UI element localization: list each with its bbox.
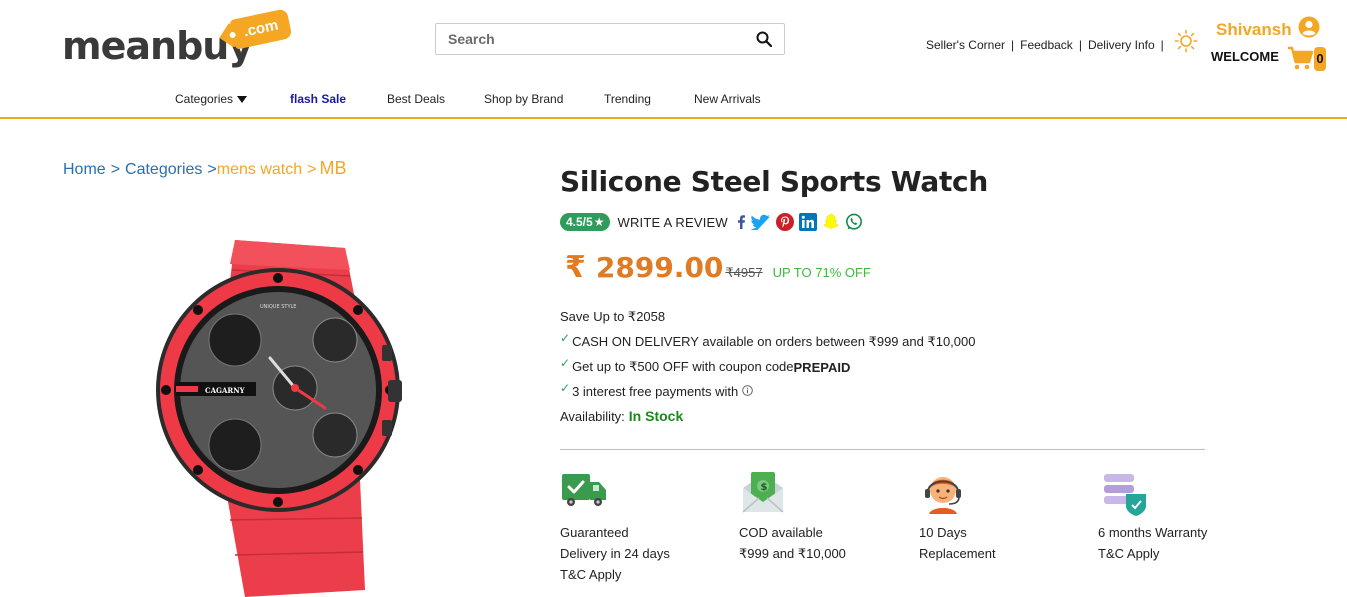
feature-text: 10 Days Replacement	[919, 525, 996, 561]
price-row: ₹ 2899.00 ₹4957 UP TO 71% OFF	[565, 250, 871, 285]
breadcrumb-mens-watch[interactable]: mens watch	[217, 161, 302, 179]
breadcrumb: Home > Categories > mens watch > MB	[63, 158, 347, 179]
feature-text: 6 months Warranty T&C Apply	[1098, 525, 1208, 561]
pinterest-icon[interactable]	[775, 213, 794, 231]
top-links: Seller's Corner | Feedback | Delivery In…	[926, 29, 1198, 56]
coupon-code: PREPAID	[793, 359, 851, 375]
facebook-icon[interactable]	[736, 214, 746, 230]
user-name: Shivansh	[1216, 19, 1292, 39]
feedback-link[interactable]: Feedback	[1020, 38, 1073, 52]
save-text: Save Up to ₹2058	[560, 309, 666, 324]
feature-text: COD available ₹999 and ₹10,000	[739, 525, 846, 561]
linkedin-icon[interactable]	[798, 213, 817, 231]
rating-badge: 4.5/5 ★	[560, 213, 611, 231]
share-icons	[736, 213, 868, 231]
cart-icon	[1288, 46, 1314, 70]
delivery-truck-icon	[560, 470, 670, 518]
svg-text:$: $	[761, 482, 768, 493]
divider	[560, 449, 1205, 450]
nav-categories[interactable]: Categories	[175, 92, 248, 106]
svg-text:CAGARNY: CAGARNY	[205, 386, 246, 395]
breadcrumb-current: MB	[319, 158, 347, 178]
breadcrumb-home[interactable]: Home	[63, 161, 106, 179]
product-image[interactable]: CAGARNY UNIQUE STYLE	[150, 230, 410, 597]
search-icon[interactable]	[744, 24, 784, 54]
offer-cod: ✓ CASH ON DELIVERY available on orders b…	[560, 331, 976, 349]
nav-flash-sale[interactable]: flash Sale	[290, 92, 346, 106]
info-icon[interactable]	[742, 384, 754, 399]
welcome-text: WELCOME	[1211, 49, 1279, 64]
site-logo[interactable]: meanbuy .com	[62, 8, 293, 68]
nav-best-deals[interactable]: Best Deals	[387, 92, 445, 106]
feature-cod: $ COD available ₹999 and ₹10,000	[739, 470, 849, 564]
feature-text: Guaranteed Delivery in 24 days T&C Apply	[560, 525, 670, 582]
offer-coupon: ✓ Get up to ₹500 OFF with coupon code PR…	[560, 356, 851, 375]
twitter-icon[interactable]	[750, 214, 771, 230]
whatsapp-icon[interactable]	[845, 213, 863, 231]
discount-text: UP TO 71% OFF	[772, 265, 871, 280]
offer-emi: ✓ 3 interest free payments with	[560, 380, 754, 399]
rupee-icon: ₹	[565, 251, 586, 284]
breadcrumb-categories[interactable]: Categories	[125, 161, 202, 179]
check-icon: ✓	[560, 380, 571, 395]
nav-new-arrivals[interactable]: New Arrivals	[694, 92, 761, 106]
mrp: ₹4957	[725, 265, 763, 280]
snapchat-icon[interactable]	[822, 213, 840, 231]
price: 2899.00	[595, 251, 724, 284]
availability: Availability: In Stock	[560, 408, 684, 424]
warranty-shield-icon	[1098, 470, 1208, 518]
support-agent-icon	[919, 470, 1029, 518]
search-bar	[435, 23, 785, 55]
cart-button[interactable]: 0	[1287, 44, 1327, 74]
main-nav: Categories flash Sale Best Deals Shop by…	[0, 89, 1347, 119]
feature-replacement: 10 Days Replacement	[919, 470, 1029, 564]
user-account[interactable]: Shivansh	[1216, 16, 1320, 43]
check-icon: ✓	[560, 356, 571, 370]
sun-icon[interactable]	[1174, 29, 1198, 56]
rating-row: 4.5/5 ★ WRITE A REVIEW	[560, 213, 868, 231]
nav-shop-by-brand[interactable]: Shop by Brand	[484, 92, 563, 106]
nav-trending[interactable]: Trending	[604, 92, 651, 106]
star-icon: ★	[593, 215, 605, 229]
delivery-info-link[interactable]: Delivery Info	[1088, 38, 1155, 52]
feature-warranty: 6 months Warranty T&C Apply	[1098, 470, 1208, 564]
check-icon: ✓	[560, 331, 571, 345]
feature-delivery: Guaranteed Delivery in 24 days T&C Apply	[560, 470, 670, 585]
cart-count-badge: 0	[1314, 47, 1326, 71]
sellers-corner-link[interactable]: Seller's Corner	[926, 38, 1005, 52]
caret-down-icon	[237, 96, 248, 104]
search-input[interactable]	[436, 24, 744, 54]
cash-envelope-icon: $	[739, 470, 849, 518]
user-avatar-icon	[1298, 16, 1320, 43]
stock-status: In Stock	[628, 408, 684, 424]
write-review-link[interactable]: WRITE A REVIEW	[617, 215, 727, 230]
product-title: Silicone Steel Sports Watch	[560, 165, 988, 198]
logo-tag: .com	[229, 8, 293, 50]
svg-text:UNIQUE STYLE: UNIQUE STYLE	[260, 304, 296, 310]
